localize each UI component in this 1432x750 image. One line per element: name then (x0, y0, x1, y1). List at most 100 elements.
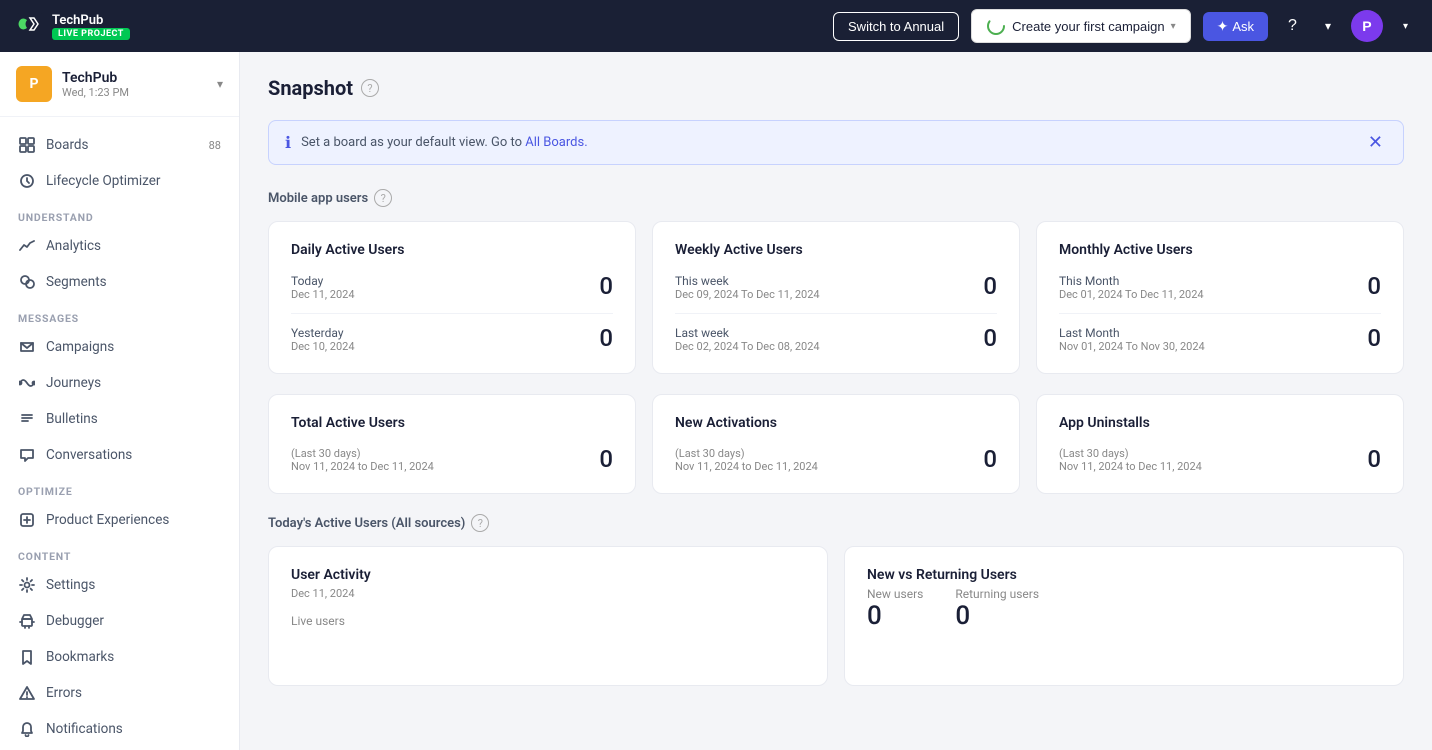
user-activity-title: User Activity (291, 567, 805, 583)
todays-active-help-icon[interactable]: ? (471, 514, 489, 532)
app-uninstalls-card: App Uninstalls (Last 30 days) Nov 11, 20… (1036, 394, 1404, 494)
info-banner-close-button[interactable]: ✕ (1364, 134, 1387, 152)
boards-icon (18, 136, 36, 154)
weekly-card-title: Weekly Active Users (675, 242, 997, 258)
segments-icon (18, 273, 36, 291)
returning-users-value: 0 (955, 601, 1039, 631)
segments-label: Segments (46, 274, 107, 290)
this-month-label-group: This Month Dec 01, 2024 To Dec 11, 2024 (1059, 274, 1204, 301)
total-card-title: Total Active Users (291, 415, 613, 431)
help-button[interactable]: ? (1280, 13, 1305, 39)
sidebar-item-bookmarks[interactable]: Bookmarks (0, 639, 239, 675)
sidebar-item-lifecycle[interactable]: Lifecycle Optimizer (0, 163, 239, 199)
journeys-icon (18, 374, 36, 392)
last-week-date: Dec 02, 2024 To Dec 08, 2024 (675, 340, 820, 353)
stat-row-this-week: This week Dec 09, 2024 To Dec 11, 2024 0 (675, 274, 997, 301)
daily-card-title: Daily Active Users (291, 242, 613, 258)
activations-label-group: (Last 30 days) Nov 11, 2024 to Dec 11, 2… (675, 447, 818, 473)
lifecycle-label: Lifecycle Optimizer (46, 173, 161, 189)
sidebar-item-segments[interactable]: Segments (0, 264, 239, 300)
debugger-icon (18, 612, 36, 630)
this-week-value: 0 (983, 274, 997, 298)
sidebar-item-conversations[interactable]: Conversations (0, 437, 239, 473)
charts-grid: User Activity Dec 11, 2024 Live users Ne… (268, 546, 1404, 686)
boards-count: 88 (209, 139, 221, 152)
all-boards-link[interactable]: All Boards. (525, 135, 587, 150)
activations-period-label: (Last 30 days) (675, 447, 818, 460)
yesterday-date: Dec 10, 2024 (291, 340, 355, 353)
stat-row-uninstalls: (Last 30 days) Nov 11, 2024 to Dec 11, 2… (1059, 447, 1381, 473)
settings-icon (18, 576, 36, 594)
messages-section-label: MESSAGES (0, 300, 239, 329)
workspace-chevron-icon[interactable]: ▾ (217, 77, 223, 91)
workspace-name: TechPub (62, 70, 207, 86)
this-week-label-group: This week Dec 09, 2024 To Dec 11, 2024 (675, 274, 820, 301)
sidebar-item-analytics[interactable]: Analytics (0, 228, 239, 264)
snapshot-help-icon[interactable]: ? (361, 79, 379, 97)
total-value: 0 (599, 447, 613, 471)
stat-row-activations: (Last 30 days) Nov 11, 2024 to Dec 11, 2… (675, 447, 997, 473)
activations-card-title: New Activations (675, 415, 997, 431)
analytics-label: Analytics (46, 238, 101, 254)
campaigns-icon (18, 338, 36, 356)
new-activations-card: New Activations (Last 30 days) Nov 11, 2… (652, 394, 1020, 494)
clevertap-logo (16, 13, 44, 39)
bookmarks-icon (18, 648, 36, 666)
user-avatar-button[interactable]: P (1351, 10, 1383, 42)
user-menu-chevron[interactable]: ▾ (1395, 17, 1416, 36)
sidebar-nav: Boards 88 Lifecycle Optimizer UNDERSTAND (0, 117, 239, 750)
last-week-label-group: Last week Dec 02, 2024 To Dec 08, 2024 (675, 326, 820, 353)
page-header: Snapshot ? (268, 76, 1404, 100)
today-label-group: Today Dec 11, 2024 (291, 274, 355, 301)
sidebar: P TechPub Wed, 1:23 PM ▾ Boards 88 (0, 52, 240, 750)
conversations-label: Conversations (46, 447, 132, 463)
yesterday-value: 0 (599, 326, 613, 350)
notifications-label: Notifications (46, 721, 123, 737)
live-badge: LIVE PROJECT (52, 28, 130, 40)
workspace-time: Wed, 1:23 PM (62, 86, 207, 99)
sidebar-item-notifications[interactable]: Notifications (0, 711, 239, 747)
yesterday-label: Yesterday (291, 326, 355, 340)
mobile-users-section: Mobile app users ? (268, 189, 1404, 207)
uninstalls-card-title: App Uninstalls (1059, 415, 1381, 431)
nav-chevron-button[interactable]: ▾ (1317, 15, 1339, 37)
bulletins-label: Bulletins (46, 411, 98, 427)
stat-row-this-month: This Month Dec 01, 2024 To Dec 11, 2024 … (1059, 274, 1381, 301)
stat-row-last-month: Last Month Nov 01, 2024 To Nov 30, 2024 … (1059, 326, 1381, 353)
uninstalls-label-group: (Last 30 days) Nov 11, 2024 to Dec 11, 2… (1059, 447, 1202, 473)
sidebar-item-debugger[interactable]: Debugger (0, 603, 239, 639)
yesterday-label-group: Yesterday Dec 10, 2024 (291, 326, 355, 353)
new-users-value: 0 (867, 601, 923, 631)
last-week-label: Last week (675, 326, 820, 340)
sidebar-item-bulletins[interactable]: Bulletins (0, 401, 239, 437)
product-exp-label: Product Experiences (46, 512, 169, 528)
last-month-label: Last Month (1059, 326, 1205, 340)
conversations-icon (18, 446, 36, 464)
monthly-card-title: Monthly Active Users (1059, 242, 1381, 258)
todays-active-label: Today's Active Users (All sources) (268, 516, 465, 531)
user-activity-date: Dec 11, 2024 (291, 587, 805, 600)
understand-section-label: UNDERSTAND (0, 199, 239, 228)
sidebar-item-settings[interactable]: Settings (0, 567, 239, 603)
sidebar-item-campaigns[interactable]: Campaigns (0, 329, 239, 365)
sidebar-item-errors[interactable]: Errors (0, 675, 239, 711)
project-label: TechPub LIVE PROJECT (52, 13, 130, 40)
create-campaign-button[interactable]: Create your first campaign ▾ (971, 9, 1190, 43)
content-section-label: CONTENT (0, 538, 239, 567)
new-users-label: New users (867, 587, 923, 601)
this-month-label: This Month (1059, 274, 1204, 288)
returning-users-label: Returning users (955, 587, 1039, 601)
sidebar-item-boards[interactable]: Boards 88 (0, 127, 239, 163)
sidebar-item-product-experiences[interactable]: Product Experiences (0, 502, 239, 538)
mobile-users-help-icon[interactable]: ? (374, 189, 392, 207)
product-exp-icon (18, 511, 36, 529)
daily-active-users-card: Daily Active Users Today Dec 11, 2024 0 … (268, 221, 636, 374)
ask-button[interactable]: ✦ Ask (1203, 12, 1268, 41)
bookmarks-label: Bookmarks (46, 649, 114, 665)
new-vs-returning-title: New vs Returning Users (867, 567, 1381, 583)
sidebar-item-journeys[interactable]: Journeys (0, 365, 239, 401)
ask-label: Ask (1232, 19, 1254, 34)
last-week-value: 0 (983, 326, 997, 350)
switch-annual-button[interactable]: Switch to Annual (833, 12, 959, 41)
sidebar-header[interactable]: P TechPub Wed, 1:23 PM ▾ (0, 52, 239, 117)
